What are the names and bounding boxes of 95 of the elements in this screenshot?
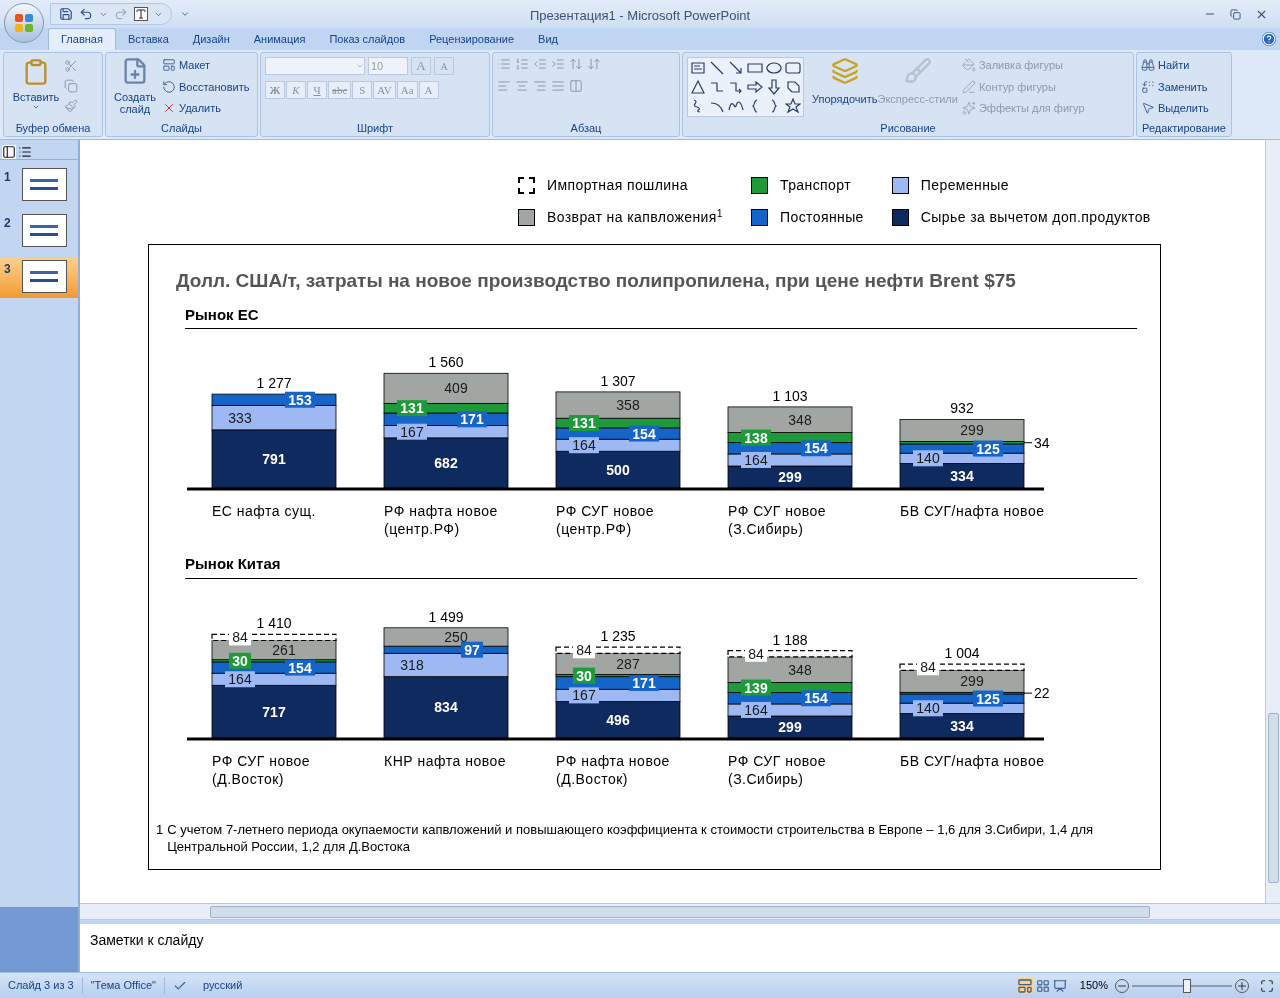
data-label: 348 [788,411,812,428]
category-label: БВ СУГ/нафта новое [900,752,1045,769]
data-label: 717 [262,703,286,720]
legend-label: Переменные [920,176,1009,195]
group-label: Буфер обмена [14,121,92,136]
theme-name: "Тема Office" [82,977,165,994]
data-label: 131 [569,415,599,432]
data-label: 164 [569,437,599,454]
language-label: русский [201,978,244,994]
total-label: 1 235 [600,627,636,644]
market-heading: Рынок Китая [185,553,1137,579]
data-label: 334 [950,467,974,484]
category-label: БВ СУГ/нафта новое [900,503,1045,519]
total-label: 1 560 [428,354,464,371]
data-label: 154 [801,440,831,457]
data-label: 153 [285,391,315,408]
slide-number: 1 [4,169,12,186]
data-label: 131 [397,400,427,417]
category-label: КНР нафта новое [384,752,507,769]
ribbon-tab[interactable]: Вид [526,28,570,50]
data-label: 834 [434,698,458,715]
group-label: Абзац [569,121,603,136]
data-label: 791 [262,450,286,467]
ribbon-tab[interactable]: Вставка [115,28,181,50]
category-label: РФ нафта новое (Д.Восток) [556,752,670,787]
data-label: 409 [444,380,468,397]
total-label: 932 [950,400,974,417]
data-label: 299 [960,422,984,439]
total-label: 1 103 [772,387,808,404]
ribbon-tab[interactable]: Дизайн [180,28,242,50]
category-label: РФ СУГ новое (З.Сибирь) [728,503,827,537]
editing-button[interactable]: Заменить [1141,78,1209,95]
slide-thumbnail-item[interactable]: 1 [0,166,78,206]
legend-label: Возврат на капвложения$^{1}$ [547,207,723,227]
group-label: Редактирование [1141,121,1227,136]
total-label: 1 004 [944,644,980,661]
data-label: 171 [457,411,487,428]
data-label: 358 [616,397,640,414]
paste-button[interactable]: Вставить [8,57,64,121]
data-label: 22 [1023,684,1050,701]
ribbon-tab[interactable]: Показ слайдов [317,28,418,50]
slide-title: Долл. США/т, затраты на новое производство полипропилена, при цене нефти Brent $75 [176,269,1017,293]
data-label: 287 [616,655,640,672]
category-label: ЕС нафта сущ. [212,503,316,519]
slide-number: 3 [4,261,12,278]
total-label: 1 499 [428,608,464,625]
data-label: 97 [461,641,483,658]
group-label: Шрифт [355,121,395,136]
group-label: Рисование [879,121,937,136]
window-title: Презентация1 - Microsoft PowerPoint [530,7,751,25]
editing-button[interactable]: Выделить [1141,100,1209,117]
slide-command-button[interactable]: Макет [162,57,250,74]
ribbon-tab[interactable]: Анимация [241,28,318,50]
new-slide-button[interactable]: Создать слайд [110,57,160,121]
data-label: 348 [788,661,812,678]
market-heading: Рынок ЕС [185,303,1137,329]
data-label: 334 [950,717,974,734]
slide-command-button[interactable]: Удалить [162,100,250,117]
slide-number: 2 [4,215,12,232]
data-label: 34 [1034,434,1050,451]
zoom-level: 150% [1079,978,1108,994]
slide-counter: Слайд 3 из 3 [0,977,83,994]
total-label: 1 277 [256,375,292,392]
category-label: РФ СУГ новое (Д.Восток) [212,752,311,787]
editing-button[interactable]: Найти [1141,57,1209,74]
ribbon-tab[interactable]: Главная [48,28,116,50]
total-label: 1 307 [600,372,636,389]
legend-label: Импортная пошлина [547,176,688,195]
legend-label: Сырье за вычетом доп.продуктов [920,208,1151,227]
data-label: 496 [606,711,630,728]
slide-thumbnail-item[interactable]: 2 [0,212,78,252]
data-label: 34 [1023,434,1050,451]
group-label: Слайды [160,121,203,136]
arrange-button[interactable]: Упорядочить [812,57,878,121]
slide-thumbnail-item[interactable]: 3 [0,258,78,298]
total-label: 1 410 [256,614,292,631]
data-label: 682 [434,454,458,471]
notes-text[interactable]: Заметки к слайду [80,924,204,972]
data-label: 261 [272,641,296,658]
data-label: 22 [1034,684,1050,701]
data-label: 500 [606,461,630,478]
footnote-text: С учетом 7-летнего периода окупаемости капвложений и повышающего коэффициента к стоимости строительства в Европе – 1,6 для З.Сибири, 1,4 для Центральной России, 1,2 для Д.Востока [167,820,1095,855]
data-label: 140 [913,450,943,467]
category-label: РФ СУГ новое (центр.РФ) [556,503,655,537]
data-label: 299 [778,718,802,735]
category-label: РФ нафта новое (центр.РФ) [384,503,498,537]
footnote-marker: 1 [156,820,164,839]
slide-command-button[interactable]: Восстановить [162,78,250,95]
legend-label: Транспорт [780,176,851,195]
data-label: 299 [960,672,984,689]
ribbon-tab[interactable]: Рецензирование [417,28,527,50]
data-label: 299 [778,469,802,485]
total-label: 1 188 [772,631,808,648]
category-label: РФ СУГ новое (З.Сибирь) [728,752,827,787]
legend-label: Постоянные [780,208,864,227]
